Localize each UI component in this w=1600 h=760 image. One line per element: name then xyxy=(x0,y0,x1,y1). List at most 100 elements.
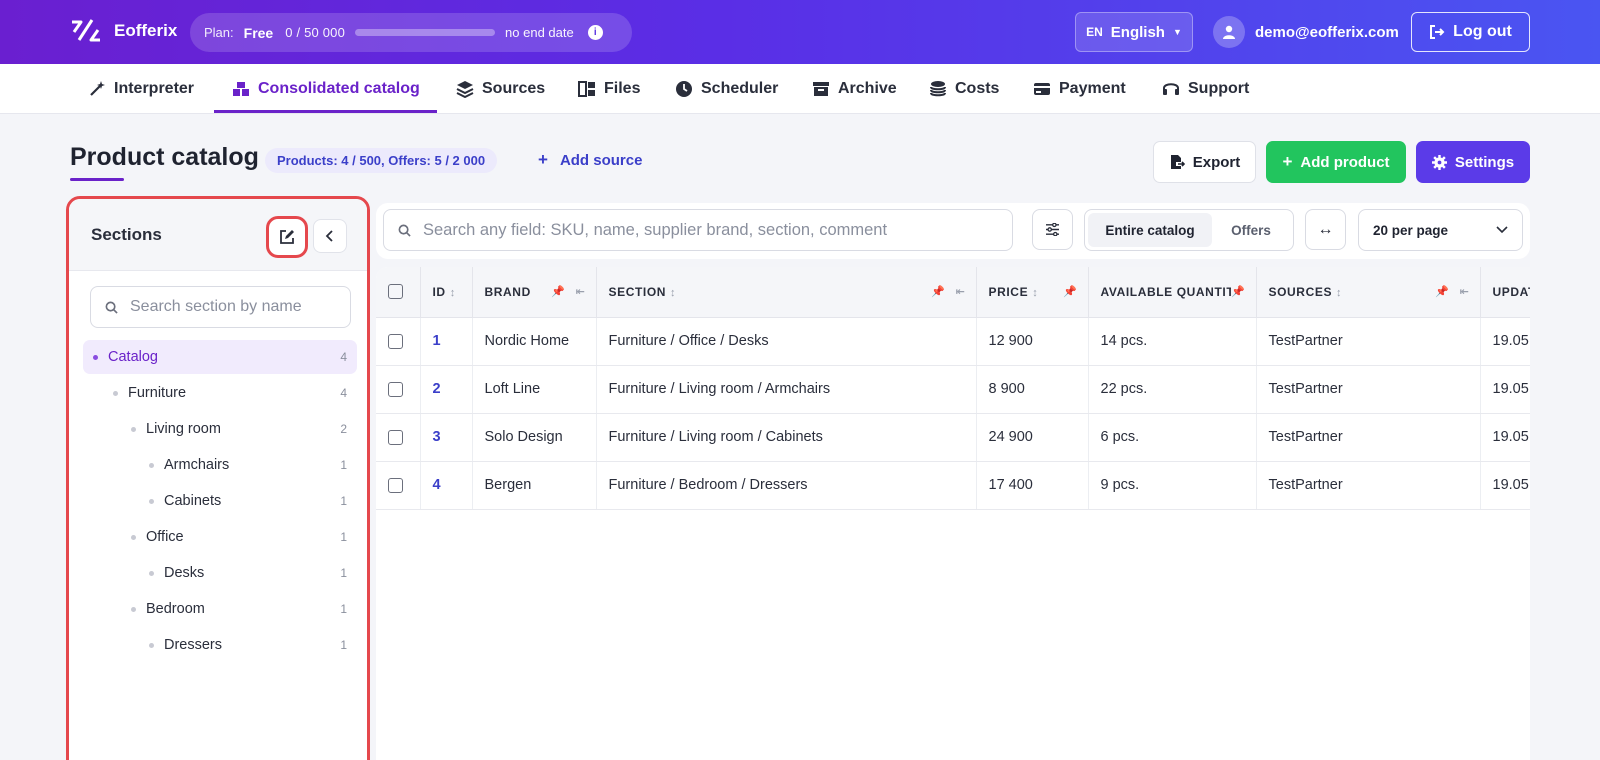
column-header-brand[interactable]: BRAND 📌 ⇤ xyxy=(472,267,597,318)
nav-costs[interactable]: Costs xyxy=(929,64,999,114)
nav-archive[interactable]: Archive xyxy=(812,64,897,114)
pin-icon[interactable]: 📌 xyxy=(551,285,565,298)
language-selector[interactable]: EN English ▼ xyxy=(1075,12,1193,52)
sort-icon[interactable]: ↕ xyxy=(1032,287,1038,299)
section-count: 1 xyxy=(340,530,347,544)
sort-icon[interactable]: ↕ xyxy=(450,287,456,299)
table-row[interactable]: 3 Solo Design Furniture / Living room / … xyxy=(376,413,1530,462)
section-dressers[interactable]: Dressers 1 xyxy=(83,628,357,662)
sort-icon[interactable]: ↕ xyxy=(1336,287,1342,299)
column-header-updated[interactable]: UPDATED xyxy=(1480,267,1531,318)
add-product-label: Add product xyxy=(1300,153,1390,171)
nav-label: Sources xyxy=(482,80,546,97)
section-cabinets[interactable]: Cabinets 1 xyxy=(83,484,357,518)
nav-support[interactable]: Support xyxy=(1162,64,1249,114)
section-armchairs[interactable]: Armchairs 1 xyxy=(83,448,357,482)
filter-button[interactable] xyxy=(1032,209,1073,250)
language-name: English xyxy=(1110,23,1165,41)
collapse-column-icon[interactable]: ⇤ xyxy=(1460,285,1470,298)
settings-label: Settings xyxy=(1454,153,1515,171)
logout-button[interactable]: Log out xyxy=(1411,12,1530,52)
cell-id[interactable]: 2 xyxy=(420,365,473,414)
export-label: Export xyxy=(1192,153,1241,171)
section-office[interactable]: Office 1 xyxy=(83,520,357,554)
per-page-value: 20 per page xyxy=(1373,222,1449,238)
title-underline xyxy=(70,178,124,181)
row-checkbox[interactable] xyxy=(388,477,403,493)
collapse-column-icon[interactable]: ⇤ xyxy=(576,285,586,298)
user-menu[interactable]: demo@eofferix.com xyxy=(1213,16,1399,48)
add-source-button[interactable]: + Add source xyxy=(538,150,642,170)
row-checkbox[interactable] xyxy=(388,333,403,349)
plus-icon: + xyxy=(1282,152,1293,171)
pin-icon[interactable]: 📌 xyxy=(931,285,945,298)
table-row[interactable]: 2 Loft Line Furniture / Living room / Ar… xyxy=(376,365,1530,414)
column-header-id[interactable]: ID ↕ xyxy=(420,267,473,318)
catalog-table: ID ↕ BRAND 📌 ⇤ SECTION ↕ 📌 ⇤ PRICE ↕ 📌 AVAILABLE… xyxy=(376,267,1530,760)
nav-consolidated-catalog[interactable]: Consolidated catalog xyxy=(232,64,420,114)
nav-files[interactable]: Files xyxy=(578,64,640,114)
collapse-sidebar-button[interactable] xyxy=(313,219,347,253)
pin-icon[interactable]: 📌 xyxy=(1435,285,1449,298)
logo[interactable]: Eofferix xyxy=(70,18,177,44)
column-label: UPDATED xyxy=(1492,284,1531,299)
settings-button[interactable]: Settings xyxy=(1416,141,1530,183)
section-label: Dressers xyxy=(164,637,223,653)
toggle-entire-catalog[interactable]: Entire catalog xyxy=(1088,213,1212,247)
collapse-column-icon[interactable]: ⇤ xyxy=(956,285,966,298)
cell-quantity: 6 pcs. xyxy=(1088,413,1257,462)
edit-sections-button[interactable] xyxy=(266,216,308,258)
toggle-offers[interactable]: Offers xyxy=(1212,213,1290,247)
pin-icon[interactable]: 📌 xyxy=(1231,285,1245,298)
section-label: Living room xyxy=(146,421,221,437)
export-button[interactable]: Export xyxy=(1153,141,1256,183)
section-desks[interactable]: Desks 1 xyxy=(83,556,357,590)
catalog-search[interactable] xyxy=(383,209,1013,251)
pin-icon[interactable]: 📌 xyxy=(1063,285,1077,298)
column-header-available-quantity[interactable]: AVAILABLE QUANTITY 📌 xyxy=(1088,267,1257,318)
cell-id[interactable]: 1 xyxy=(420,317,473,366)
bullet-icon xyxy=(131,606,136,612)
section-search[interactable] xyxy=(90,286,351,328)
sort-icon[interactable]: ↕ xyxy=(670,287,676,299)
cell-price: 17 400 xyxy=(976,461,1089,510)
top-bar: Eofferix Plan: Free 0 / 50 000 no end da… xyxy=(0,0,1600,64)
section-catalog[interactable]: Catalog 4 xyxy=(83,340,357,374)
cell-id[interactable]: 4 xyxy=(420,461,473,510)
section-living-room[interactable]: Living room 2 xyxy=(83,412,357,446)
row-select-cell xyxy=(376,365,421,414)
export-icon xyxy=(1170,155,1185,169)
section-bedroom[interactable]: Bedroom 1 xyxy=(83,592,357,626)
column-header-section[interactable]: SECTION ↕ 📌 ⇤ xyxy=(596,267,977,318)
select-all-checkbox[interactable] xyxy=(388,284,403,300)
cell-updated: 19.05 xyxy=(1480,317,1530,366)
section-furniture[interactable]: Furniture 4 xyxy=(83,376,357,410)
user-email: demo@eofferix.com xyxy=(1255,23,1399,41)
table-row[interactable]: 1 Nordic Home Furniture / Office / Desks… xyxy=(376,317,1530,366)
row-checkbox[interactable] xyxy=(388,429,403,445)
column-label: PRICE xyxy=(988,284,1029,299)
nav-label: Archive xyxy=(838,80,897,97)
nav-label: Interpreter xyxy=(114,80,195,97)
nav-scheduler[interactable]: Scheduler xyxy=(675,64,778,114)
table-header-row: ID ↕ BRAND 📌 ⇤ SECTION ↕ 📌 ⇤ PRICE ↕ 📌 AVAILABLE… xyxy=(376,267,1531,318)
row-checkbox[interactable] xyxy=(388,381,403,397)
nav-payment[interactable]: Payment xyxy=(1033,64,1126,114)
column-header-price[interactable]: PRICE ↕ 📌 xyxy=(976,267,1089,318)
catalog-search-input[interactable] xyxy=(423,220,1003,240)
catalog-mode-toggle: Entire catalog Offers xyxy=(1084,209,1294,251)
per-page-select[interactable]: 20 per page xyxy=(1358,209,1523,251)
add-product-button[interactable]: + Add product xyxy=(1266,141,1406,183)
clock-icon xyxy=(676,81,692,97)
expand-width-button[interactable]: ↔ xyxy=(1305,209,1346,250)
column-label: SOURCES xyxy=(1268,284,1333,299)
section-search-input[interactable] xyxy=(130,298,330,316)
nav-label: Payment xyxy=(1059,80,1126,97)
info-icon[interactable]: i xyxy=(587,25,603,40)
cell-quantity: 22 pcs. xyxy=(1088,365,1257,414)
cell-id[interactable]: 3 xyxy=(420,413,473,462)
nav-sources[interactable]: Sources xyxy=(456,64,545,114)
table-row[interactable]: 4 Bergen Furniture / Bedroom / Dressers … xyxy=(376,461,1530,510)
column-header-sources[interactable]: SOURCES ↕ 📌 ⇤ xyxy=(1256,267,1481,318)
nav-interpreter[interactable]: Interpreter xyxy=(88,64,194,114)
